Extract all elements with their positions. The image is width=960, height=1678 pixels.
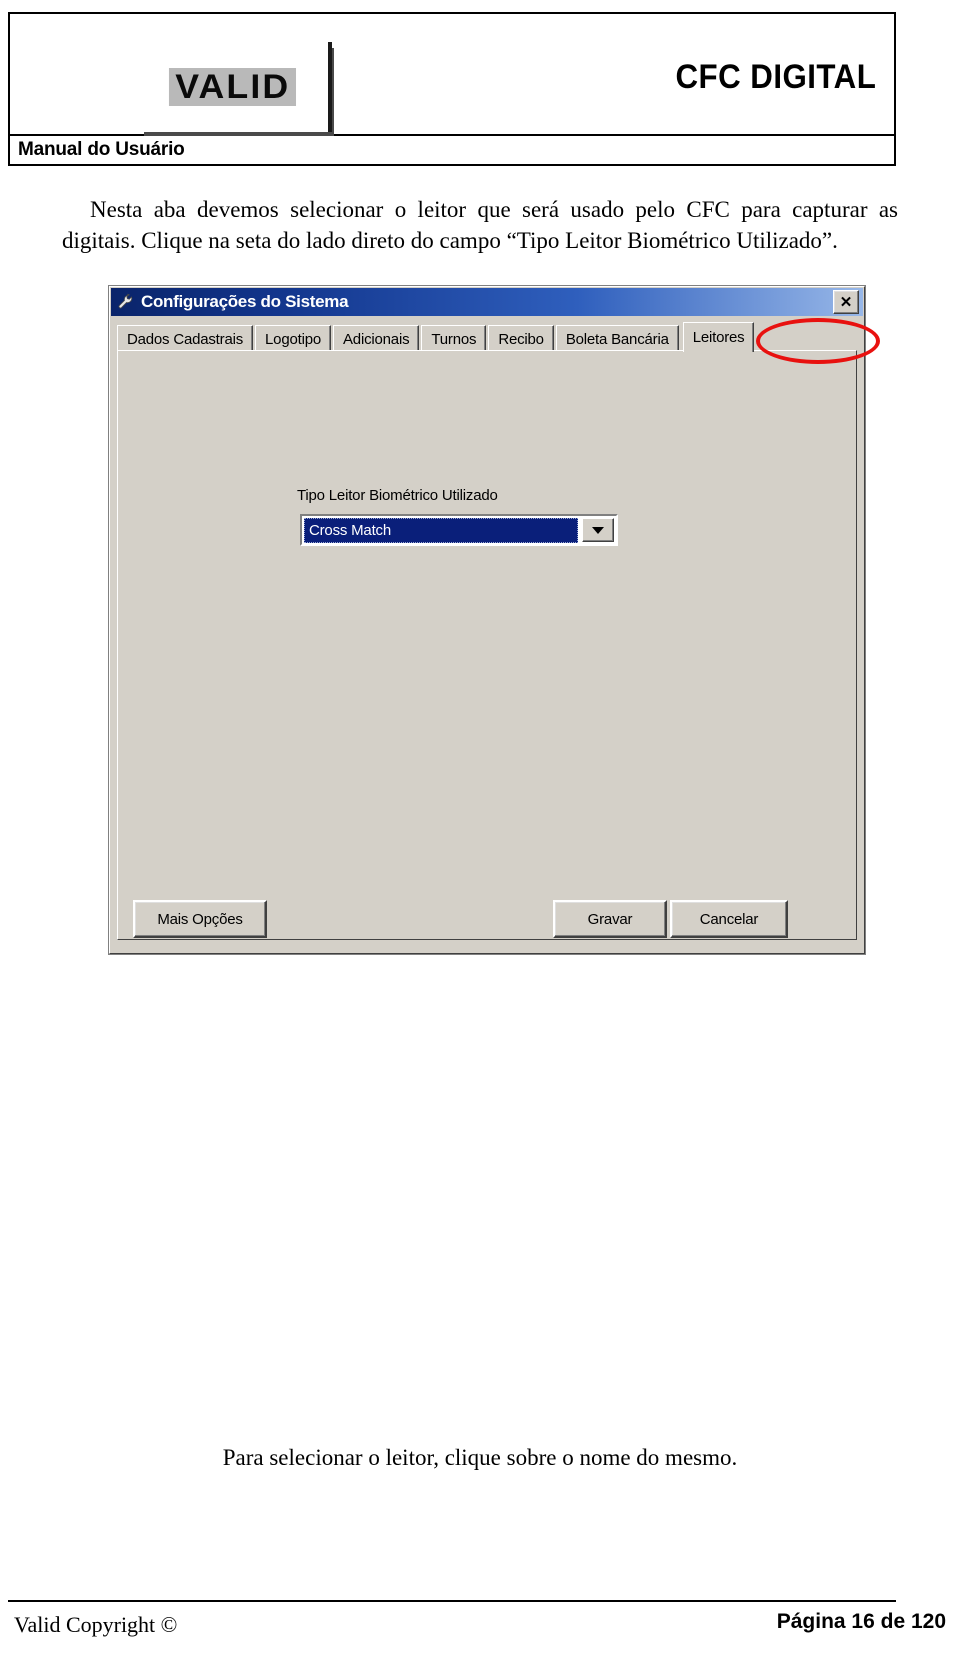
footer-divider — [8, 1600, 896, 1602]
tab-recibo[interactable]: Recibo — [488, 325, 554, 352]
footer-copyright: Valid Copyright © — [14, 1612, 178, 1637]
combobox-value-area[interactable]: Cross Match — [302, 516, 580, 544]
tab-label: Adicionais — [343, 330, 410, 348]
tab-label: Recibo — [498, 330, 544, 348]
save-button[interactable]: Gravar — [553, 900, 667, 938]
tab-turnos[interactable]: Turnos — [421, 325, 487, 352]
button-label: Gravar — [587, 910, 633, 928]
document-page: VALID CFC DIGITAL Manual do Usuário Nest… — [0, 0, 960, 1678]
dialog-tabstrip: Dados Cadastrais Logotipo Adicionais Tur… — [117, 322, 861, 352]
tab-adicionais[interactable]: Adicionais — [333, 325, 420, 352]
tab-label: Dados Cadastrais — [127, 330, 244, 348]
instruction-paragraph: Nesta aba devemos selecionar o leitor qu… — [62, 197, 898, 253]
biometric-reader-type-combobox[interactable]: Cross Match — [300, 514, 618, 546]
button-label: Mais Opções — [157, 910, 243, 928]
tab-dados-cadastrais[interactable]: Dados Cadastrais — [117, 325, 254, 352]
close-icon[interactable]: ✕ — [833, 290, 859, 314]
tab-label: Boleta Bancária — [565, 330, 669, 348]
system-settings-dialog: Configurações do Sistema ✕ Dados Cadastr… — [108, 285, 866, 955]
arrow-glyph — [592, 526, 604, 534]
footer-page-number: Página 16 de 120 — [776, 1610, 946, 1633]
biometric-reader-type-label: Tipo Leitor Biométrico Utilizado — [297, 487, 498, 504]
button-label: Cancelar — [699, 910, 759, 928]
document-header: VALID CFC DIGITAL — [8, 12, 896, 138]
chevron-down-icon[interactable] — [582, 518, 614, 542]
tab-label: Turnos — [431, 330, 477, 348]
tab-label: Leitores — [692, 329, 745, 346]
cancel-button[interactable]: Cancelar — [670, 900, 788, 938]
logo-face: VALID — [138, 42, 332, 132]
tab-boleta-bancaria[interactable]: Boleta Bancária — [555, 325, 679, 352]
document-subheader-bar: Manual do Usuário — [8, 136, 896, 166]
combobox-selected-value: Cross Match — [304, 517, 578, 543]
dialog-title: Configurações do Sistema — [141, 292, 349, 311]
more-options-button[interactable]: Mais Opções — [133, 900, 267, 938]
valid-logo: VALID — [138, 42, 334, 138]
document-subtitle: Manual do Usuário — [18, 139, 185, 160]
closing-instruction: Para selecionar o leitor, clique sobre o… — [222, 1445, 738, 1470]
tab-leitores[interactable]: Leitores — [682, 322, 755, 352]
tab-panel-leitores — [117, 350, 857, 940]
brand-title: CFC DIGITAL — [675, 58, 876, 96]
wrench-icon — [115, 291, 137, 313]
dialog-titlebar[interactable]: Configurações do Sistema ✕ — [111, 288, 863, 316]
tab-label: Logotipo — [265, 330, 321, 348]
tab-logotipo[interactable]: Logotipo — [255, 325, 331, 352]
logo-wordmark: VALID — [169, 68, 297, 106]
